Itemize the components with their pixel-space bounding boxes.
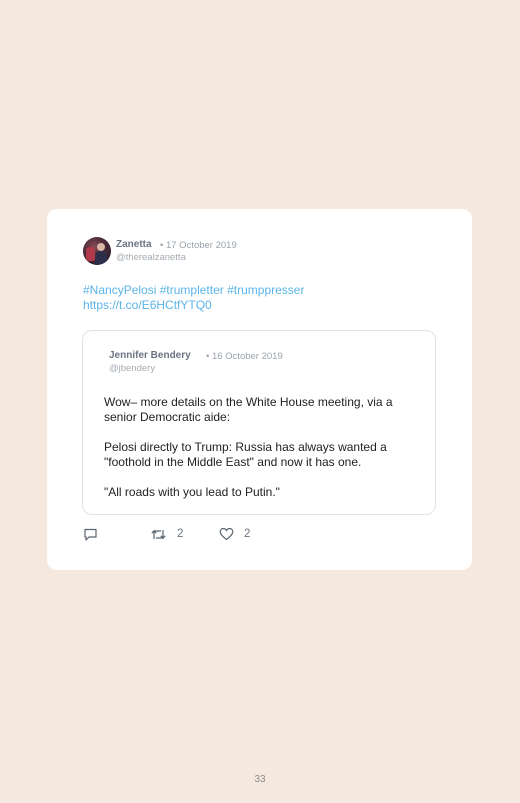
quoted-tweet-text: Wow– more details on the White House mee… — [104, 395, 424, 500]
hashtag-link[interactable]: #trumpletter — [160, 283, 224, 297]
retweet-count: 2 — [177, 528, 184, 540]
like-button[interactable]: 2 — [219, 525, 250, 543]
page-number: 33 — [254, 774, 266, 785]
reply-button[interactable] — [83, 525, 98, 543]
hashtag-link[interactable]: #trumppresser — [227, 283, 304, 297]
tweet-date: • 17 October 2019 — [160, 240, 237, 251]
retweet-icon — [150, 527, 167, 542]
quoted-author-handle[interactable]: @jbendery — [109, 363, 155, 374]
avatar[interactable] — [83, 237, 111, 265]
heart-icon — [219, 527, 234, 541]
quoted-author-name[interactable]: Jennifer Bendery — [109, 350, 191, 361]
quoted-tweet[interactable]: Jennifer Bendery • 16 October 2019 @jben… — [82, 330, 436, 515]
quoted-paragraph: "All roads with you lead to Putin." — [104, 485, 280, 499]
reply-icon — [83, 527, 98, 542]
tweet-text: #NancyPelosi #trumpletter #trumppresser … — [83, 283, 443, 313]
quoted-paragraph: Pelosi directly to Trump: Russia has alw… — [104, 440, 387, 469]
retweet-button[interactable]: 2 — [150, 525, 183, 543]
quoted-tweet-date: • 16 October 2019 — [206, 351, 283, 362]
like-count: 2 — [244, 528, 251, 540]
tweet-url-link[interactable]: https://t.co/E6HCtfYTQ0 — [83, 298, 212, 312]
hashtag-link[interactable]: #NancyPelosi — [83, 283, 156, 297]
tweet-card: Zanetta • 17 October 2019 @therealzanett… — [47, 209, 472, 570]
author-name[interactable]: Zanetta — [116, 239, 152, 250]
author-handle[interactable]: @therealzanetta — [116, 252, 186, 263]
quoted-paragraph: Wow– more details on the White House mee… — [104, 395, 393, 424]
